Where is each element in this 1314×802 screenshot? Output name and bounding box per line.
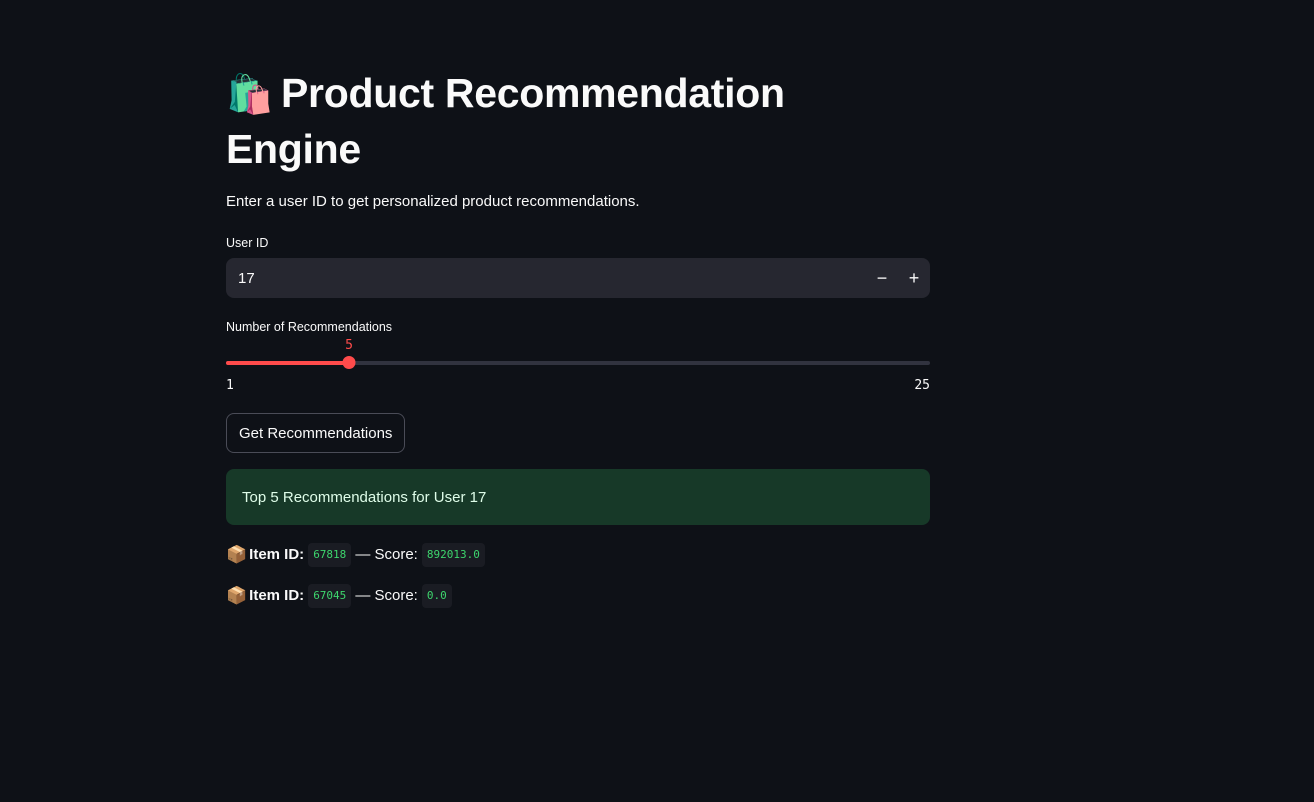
slider-track[interactable] [226, 361, 930, 365]
score-value: 892013.0 [421, 543, 485, 567]
page-title-text: Product Recommendation Engine [226, 70, 785, 172]
item-id-value: 67818 [308, 543, 352, 567]
recommendations-count-label: Number of Recommendations [226, 320, 393, 334]
recommendation-item: 📦 Item ID: 67045 — Score: 0.0 [226, 584, 456, 608]
package-icon: 📦 [226, 545, 248, 564]
score-label: — Score: [355, 546, 418, 563]
success-message: Top 5 Recommendations for User 17 [226, 469, 930, 525]
user-id-label: User ID [226, 236, 269, 250]
decrement-button[interactable]: − [866, 258, 898, 298]
slider-min-label: 1 [226, 378, 234, 393]
page-title: 🛍️ Product Recommendation Engine [226, 66, 826, 176]
slider-current-value: 5 [345, 338, 353, 353]
slider-fill [226, 361, 349, 365]
user-id-input[interactable]: 17 − + [226, 258, 930, 298]
get-recommendations-button[interactable]: Get Recommendations [226, 413, 406, 453]
package-icon: 📦 [226, 586, 248, 605]
user-id-value[interactable]: 17 [226, 270, 866, 287]
item-id-label: Item ID: [249, 546, 305, 563]
shopping-bags-icon: 🛍️ [226, 74, 274, 116]
increment-button[interactable]: + [898, 258, 930, 298]
recommendations-slider[interactable]: 5 1 25 [226, 338, 930, 398]
recommendation-item: 📦 Item ID: 67818 — Score: 892013.0 [226, 543, 489, 567]
slider-max-label: 25 [914, 378, 930, 393]
item-id-label: Item ID: [249, 587, 305, 604]
score-label: — Score: [355, 587, 418, 604]
item-id-value: 67045 [308, 584, 352, 608]
page-subtitle: Enter a user ID to get personalized prod… [226, 193, 640, 210]
slider-thumb[interactable] [342, 356, 356, 369]
score-value: 0.0 [421, 584, 452, 608]
